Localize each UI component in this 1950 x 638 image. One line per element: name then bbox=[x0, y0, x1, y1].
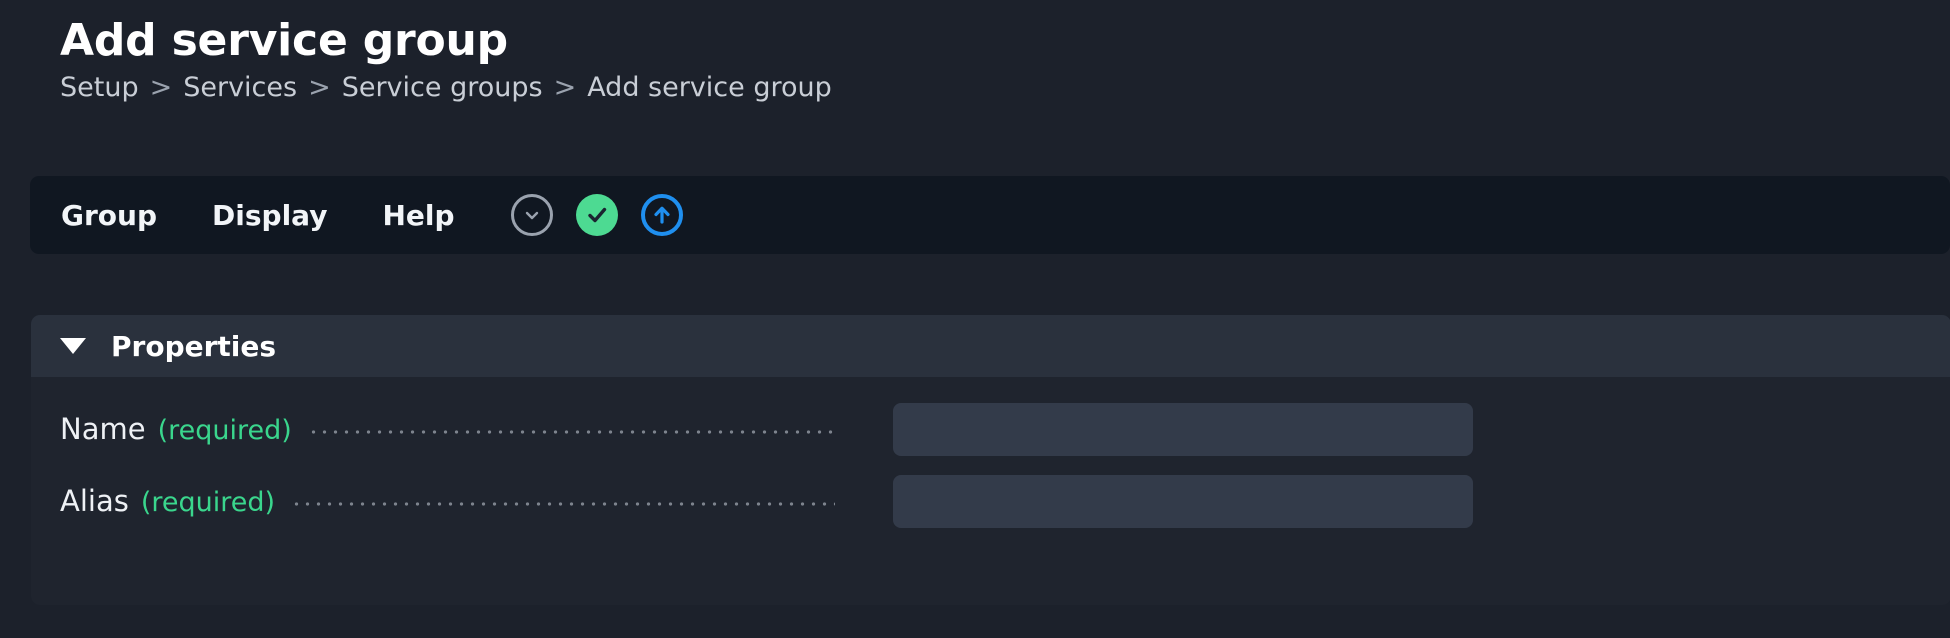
dotted-leader bbox=[291, 501, 835, 507]
name-label-wrap: Name (required) bbox=[60, 412, 835, 446]
breadcrumb: Setup > Services > Service groups > Add … bbox=[60, 72, 832, 103]
check-circle-icon[interactable] bbox=[575, 194, 618, 236]
tab-help[interactable]: Help bbox=[382, 199, 454, 232]
properties-section-title: Properties bbox=[111, 329, 277, 363]
form-row-alias: Alias (required) bbox=[31, 465, 1950, 537]
name-required-marker: (required) bbox=[157, 415, 292, 446]
breadcrumb-item-add-service-group: Add service group bbox=[587, 72, 832, 104]
chevron-down-icon[interactable] bbox=[510, 194, 553, 236]
breadcrumb-separator: > bbox=[553, 72, 577, 104]
tab-display[interactable]: Display bbox=[212, 199, 327, 232]
properties-card: Properties Name (required) Alias (requir… bbox=[31, 315, 1950, 605]
dotted-leader bbox=[307, 429, 835, 435]
breadcrumb-item-service-groups[interactable]: Service groups bbox=[342, 72, 543, 103]
alias-label-wrap: Alias (required) bbox=[60, 484, 835, 518]
page-header: Add service group Setup > Services > Ser… bbox=[60, 15, 832, 103]
upload-arrow-icon[interactable] bbox=[640, 194, 683, 236]
page-root: Add service group Setup > Services > Ser… bbox=[0, 0, 1950, 638]
alias-required-marker: (required) bbox=[140, 487, 276, 518]
alias-label: Alias bbox=[60, 484, 129, 518]
toolbar: Group Display Help bbox=[30, 176, 1950, 254]
alias-input[interactable] bbox=[893, 474, 1473, 528]
name-label: Name bbox=[60, 412, 146, 446]
caret-down-icon[interactable] bbox=[60, 338, 86, 354]
breadcrumb-item-setup[interactable]: Setup bbox=[60, 72, 139, 103]
form-row-name: Name (required) bbox=[31, 393, 1950, 465]
breadcrumb-separator: > bbox=[149, 72, 173, 104]
page-title: Add service group bbox=[60, 15, 508, 66]
properties-card-body: Name (required) Alias (required) bbox=[31, 377, 1950, 537]
breadcrumb-separator: > bbox=[308, 72, 331, 104]
tab-group[interactable]: Group bbox=[61, 199, 157, 232]
name-input[interactable] bbox=[893, 402, 1473, 456]
breadcrumb-item-services[interactable]: Services bbox=[183, 72, 297, 103]
properties-section-header[interactable]: Properties bbox=[31, 315, 1950, 377]
toolbar-icon-group bbox=[510, 194, 683, 236]
